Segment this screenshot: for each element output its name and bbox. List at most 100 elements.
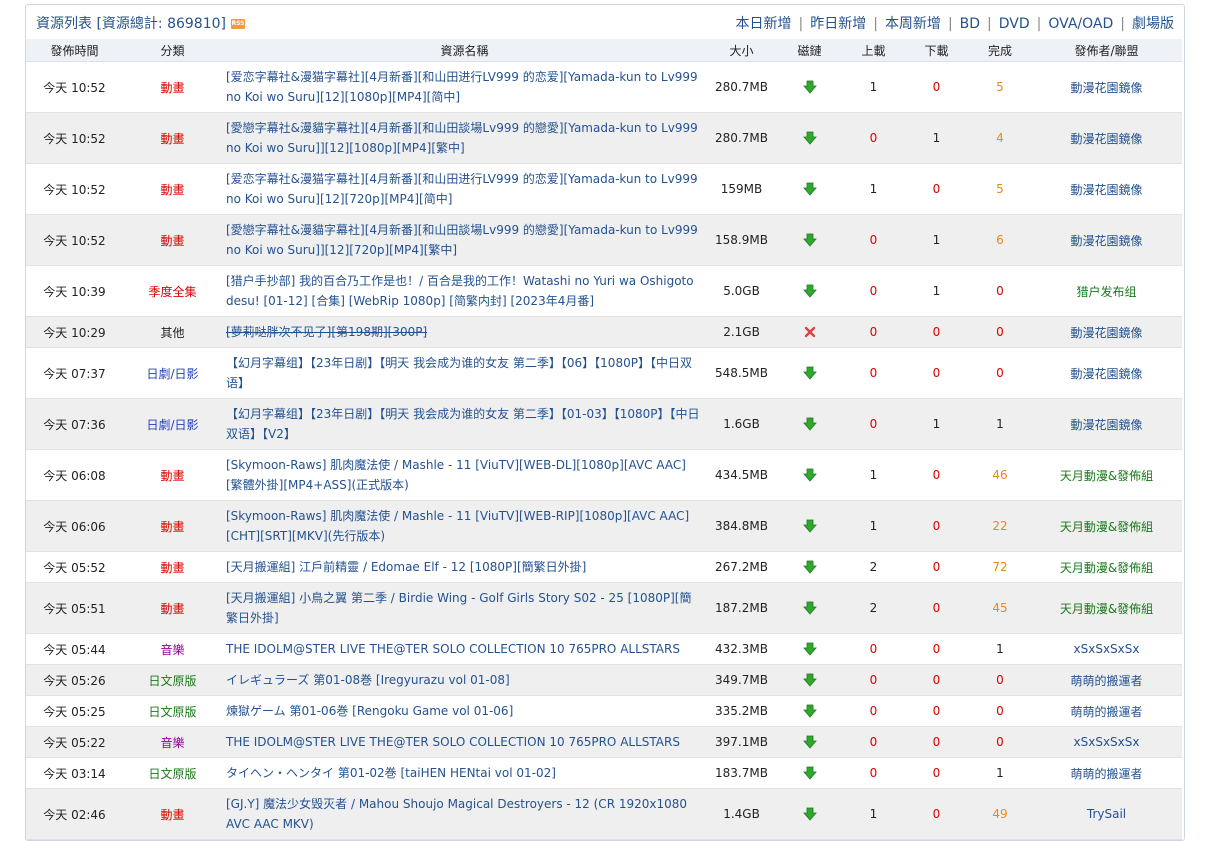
publisher-link[interactable]: 萌萌的搬運者 xyxy=(1031,696,1182,727)
file-size: 548.5MB xyxy=(715,366,768,380)
category-link[interactable]: 季度全集 xyxy=(123,266,222,317)
magnet-download-icon[interactable] xyxy=(802,735,817,749)
resource-title-link[interactable]: THE IDOLM@STER LIVE THE@TER SOLO COLLECT… xyxy=(226,642,680,656)
publish-time: 今天 03:14 xyxy=(43,766,106,781)
seeders-count: 1 xyxy=(869,468,878,482)
publisher-link[interactable]: xSxSxSxSx xyxy=(1031,727,1182,758)
category-link[interactable]: 其他 xyxy=(123,317,222,348)
nav-link[interactable]: DVD xyxy=(999,16,1030,32)
magnet-download-icon[interactable] xyxy=(802,131,817,145)
col-header-publisher: 發佈者/聯盟 xyxy=(1031,39,1182,62)
publish-time: 今天 05:22 xyxy=(43,735,106,750)
magnet-download-icon[interactable] xyxy=(802,704,817,718)
category-link[interactable]: 動畫 xyxy=(123,583,222,634)
category-link[interactable]: 動畫 xyxy=(123,62,222,113)
magnet-download-icon[interactable] xyxy=(802,766,817,780)
publisher-link[interactable]: xSxSxSxSx xyxy=(1031,634,1182,665)
resource-title-link[interactable]: [GJ.Y] 魔法少女毁灭者 / Mahou Shoujo Magical De… xyxy=(226,797,687,831)
magnet-download-icon[interactable] xyxy=(802,233,817,247)
resource-title-link[interactable]: 【幻月字幕组】【23年日剧】【明天 我会成为谁的女友 第二季】【01-03】【1… xyxy=(226,407,700,441)
category-link[interactable]: 音樂 xyxy=(123,727,222,758)
col-header-seeders[interactable]: 上載 xyxy=(843,39,904,62)
resource-title-link[interactable]: [天月搬運組] 江戶前精靈 / Edomae Elf - 12 [1080P][… xyxy=(226,560,586,574)
publisher-link[interactable]: 動漫花園鏡像 xyxy=(1031,399,1182,450)
resource-title-link[interactable]: [爱恋字幕社&漫猫字幕社][4月新番][和山田进行LV999 的恋爱][Yama… xyxy=(226,172,698,206)
resource-title-link[interactable]: 煉獄ゲーム 第01-06巻 [Rengoku Game vol 01-06] xyxy=(226,704,513,718)
category-link[interactable]: 日劇/日影 xyxy=(123,348,222,399)
publisher-link[interactable]: 天月動漫&發佈組 xyxy=(1031,450,1182,501)
resource-title-link[interactable]: [愛戀字幕社&漫貓字幕社][4月新番][和山田談場Lv999 的戀愛][Yama… xyxy=(226,121,698,155)
category-link[interactable]: 動畫 xyxy=(123,501,222,552)
category-link[interactable]: 日文原版 xyxy=(123,758,222,789)
publisher-link[interactable]: 萌萌的搬運者 xyxy=(1031,665,1182,696)
publisher-link[interactable]: 萌萌的搬運者 xyxy=(1031,758,1182,789)
col-header-category[interactable]: 分類 xyxy=(123,39,222,62)
publisher-link[interactable]: 動漫花園鏡像 xyxy=(1031,348,1182,399)
col-header-time[interactable]: 發佈時間 xyxy=(26,39,123,62)
publisher-link[interactable]: 猎户发布组 xyxy=(1031,266,1182,317)
seeders-count: 0 xyxy=(869,325,878,339)
magnet-download-icon[interactable] xyxy=(802,519,817,533)
magnet-unavailable-icon xyxy=(803,325,817,339)
category-link[interactable]: 日劇/日影 xyxy=(123,399,222,450)
nav-link[interactable]: 劇場版 xyxy=(1132,16,1174,32)
publisher-link[interactable]: TrySail xyxy=(1031,789,1182,840)
magnet-download-icon[interactable] xyxy=(802,642,817,656)
category-link[interactable]: 音樂 xyxy=(123,634,222,665)
magnet-download-icon[interactable] xyxy=(802,468,817,482)
category-link[interactable]: 動畫 xyxy=(123,113,222,164)
nav-link[interactable]: 本日新增 xyxy=(736,16,792,32)
leechers-count: 0 xyxy=(932,519,941,533)
resource-title-link[interactable]: [萝莉哒胖次不见了][第198期][300P] xyxy=(226,325,427,339)
nav-link[interactable]: 本周新增 xyxy=(885,16,941,32)
col-header-completed[interactable]: 完成 xyxy=(969,39,1031,62)
publish-time: 今天 10:52 xyxy=(43,131,106,146)
publisher-link[interactable]: 天月動漫&發佈組 xyxy=(1031,501,1182,552)
category-link[interactable]: 動畫 xyxy=(123,789,222,840)
magnet-download-icon[interactable] xyxy=(802,673,817,687)
magnet-download-icon[interactable] xyxy=(802,417,817,431)
nav-link[interactable]: 昨日新增 xyxy=(810,16,866,32)
category-link[interactable]: 動畫 xyxy=(123,164,222,215)
publisher-link[interactable]: 動漫花園鏡像 xyxy=(1031,215,1182,266)
magnet-download-icon[interactable] xyxy=(802,366,817,380)
publisher-link[interactable]: 動漫花園鏡像 xyxy=(1031,164,1182,215)
category-link[interactable]: 動畫 xyxy=(123,450,222,501)
nav-link[interactable]: OVA/OAD xyxy=(1048,16,1113,32)
completed-count: 45 xyxy=(992,601,1008,615)
category-link[interactable]: 日文原版 xyxy=(123,696,222,727)
magnet-download-icon[interactable] xyxy=(802,284,817,298)
resource-title-link[interactable]: [爱恋字幕社&漫猫字幕社][4月新番][和山田进行LV999 的恋爱][Yama… xyxy=(226,70,698,104)
publisher-link[interactable]: 動漫花園鏡像 xyxy=(1031,113,1182,164)
publish-time: 今天 06:06 xyxy=(43,519,106,534)
magnet-download-icon[interactable] xyxy=(802,80,817,94)
col-header-name[interactable]: 資源名稱 xyxy=(222,39,707,62)
resource-title-link[interactable]: イレギュラーズ 第01-08巻 [Iregyurazu vol 01-08] xyxy=(226,673,510,687)
resource-title-link[interactable]: [天月搬運組] 小鳥之翼 第二季 / Birdie Wing - Golf Gi… xyxy=(226,591,691,625)
resource-title-link[interactable]: タイヘン・ヘンタイ 第01-02巻 [taiHEN HENtai vol 01-… xyxy=(226,766,556,780)
magnet-download-icon[interactable] xyxy=(802,182,817,196)
resource-title-link[interactable]: [愛戀字幕社&漫貓字幕社][4月新番][和山田談場Lv999 的戀愛][Yama… xyxy=(226,223,698,257)
publisher-link[interactable]: 天月動漫&發佈組 xyxy=(1031,583,1182,634)
category-link[interactable]: 動畫 xyxy=(123,552,222,583)
nav-link[interactable]: BD xyxy=(960,16,980,32)
category-link[interactable]: 日文原版 xyxy=(123,665,222,696)
magnet-download-icon[interactable] xyxy=(802,560,817,574)
resource-title-link[interactable]: THE IDOLM@STER LIVE THE@TER SOLO COLLECT… xyxy=(226,735,680,749)
category-link[interactable]: 動畫 xyxy=(123,215,222,266)
magnet-download-icon[interactable] xyxy=(802,807,817,821)
file-size: 384.8MB xyxy=(715,519,768,533)
resource-title-link[interactable]: [Skymoon-Raws] 肌肉魔法使 / Mashle - 11 [ViuT… xyxy=(226,458,686,492)
resource-table: 發佈時間 分類 資源名稱 大小 磁鏈 上載 下載 完成 發佈者/聯盟 今天 10… xyxy=(26,39,1182,840)
publisher-link[interactable]: 動漫花園鏡像 xyxy=(1031,62,1182,113)
leechers-count: 0 xyxy=(932,80,941,94)
publisher-link[interactable]: 動漫花園鏡像 xyxy=(1031,317,1182,348)
col-header-size[interactable]: 大小 xyxy=(707,39,776,62)
col-header-leechers[interactable]: 下載 xyxy=(904,39,969,62)
publisher-link[interactable]: 天月動漫&發佈組 xyxy=(1031,552,1182,583)
rss-icon[interactable]: RSS xyxy=(230,19,245,29)
magnet-download-icon[interactable] xyxy=(802,601,817,615)
resource-title-link[interactable]: [Skymoon-Raws] 肌肉魔法使 / Mashle - 11 [ViuT… xyxy=(226,509,689,543)
resource-title-link[interactable]: 【幻月字幕组】【23年日剧】【明天 我会成为谁的女友 第二季】【06】【1080… xyxy=(226,356,692,390)
resource-title-link[interactable]: [猎户手抄部] 我的百合乃工作是也！/ 百合是我的工作！Watashi no Y… xyxy=(226,274,694,308)
